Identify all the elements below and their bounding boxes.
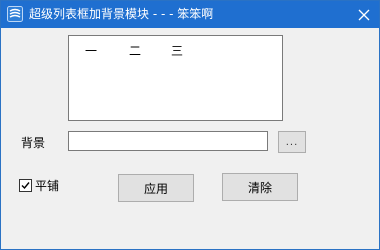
- title-bar[interactable]: 超级列表框加背景模块 - - - 笨笨啊: [1, 1, 379, 28]
- browse-button[interactable]: ...: [278, 131, 306, 153]
- apply-button[interactable]: 应用: [118, 174, 194, 202]
- checkbox-box[interactable]: [19, 179, 32, 192]
- tile-checkbox[interactable]: 平铺: [19, 177, 59, 194]
- super-list-box[interactable]: 一 二 三: [68, 35, 283, 121]
- app-icon: [7, 6, 23, 22]
- dialog-window: 超级列表框加背景模块 - - - 笨笨啊 一 二 三 背景 ... 平铺 应用 …: [0, 0, 380, 250]
- close-button[interactable]: [349, 1, 379, 28]
- clear-button[interactable]: 清除: [222, 173, 298, 201]
- tile-label: 平铺: [35, 179, 60, 193]
- list-column-2[interactable]: 二: [129, 42, 141, 59]
- window-title: 超级列表框加背景模块 - - - 笨笨啊: [29, 7, 214, 21]
- checkmark-icon: [21, 182, 30, 190]
- background-label: 背景: [21, 136, 46, 150]
- close-icon: [358, 9, 370, 20]
- list-column-3[interactable]: 三: [171, 42, 183, 59]
- background-path-input[interactable]: [68, 131, 268, 151]
- list-column-1[interactable]: 一: [85, 42, 97, 59]
